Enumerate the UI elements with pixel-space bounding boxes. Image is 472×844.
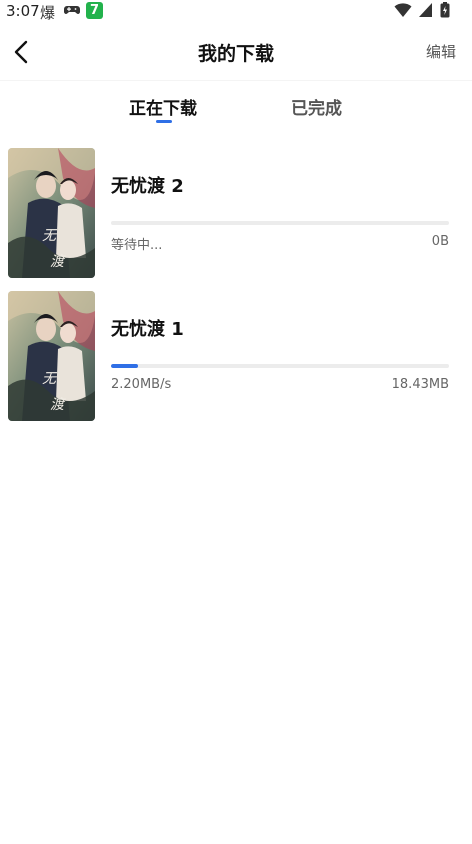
svg-text:无: 无 [42, 371, 58, 387]
poster-thumbnail: 无 渡 [8, 148, 95, 278]
tab-downloading[interactable]: 正在下载 [129, 94, 197, 119]
signal-icon [418, 3, 432, 17]
progress-fill [111, 364, 139, 368]
status-bar: 3:07 爆 7 [0, 0, 472, 22]
svg-text:渡: 渡 [50, 397, 66, 413]
download-title: 无忧渡 2 [111, 176, 184, 197]
poster-thumbnail: 无 渡 [8, 291, 95, 421]
notification-flame-icon: 爆 [40, 4, 56, 22]
status-time: 3:07 [6, 2, 40, 20]
download-size: 18.43MB [391, 377, 449, 392]
list-item[interactable]: 无 渡 无忧渡 1 2.20MB/s 18.43MB [0, 291, 472, 434]
download-progress-bar [111, 221, 449, 225]
download-title: 无忧渡 1 [111, 319, 184, 340]
download-progress-bar [111, 364, 449, 368]
download-status: 等待中... [111, 238, 163, 253]
app-notification-badge: 7 [86, 2, 103, 19]
download-size: 0B [431, 234, 449, 249]
download-list: 无 渡 无忧渡 2 等待中... 0B 无 渡 无忧渡 1 2.20MB/s 1… [0, 148, 472, 434]
gamepad-icon [64, 6, 80, 14]
download-tabs: 正在下载 已完成 [0, 88, 472, 128]
svg-text:渡: 渡 [50, 254, 66, 270]
page-title: 我的下载 [197, 43, 274, 65]
list-item[interactable]: 无 渡 无忧渡 2 等待中... 0B [0, 148, 472, 291]
battery-icon [440, 2, 450, 18]
active-tab-indicator [156, 120, 172, 123]
download-status: 2.20MB/s [111, 377, 172, 392]
svg-text:无: 无 [42, 228, 58, 244]
app-header: 我的下载 编辑 [0, 24, 472, 81]
edit-button[interactable]: 编辑 [426, 41, 456, 62]
tab-completed[interactable]: 已完成 [291, 94, 342, 119]
wifi-icon [394, 3, 412, 17]
